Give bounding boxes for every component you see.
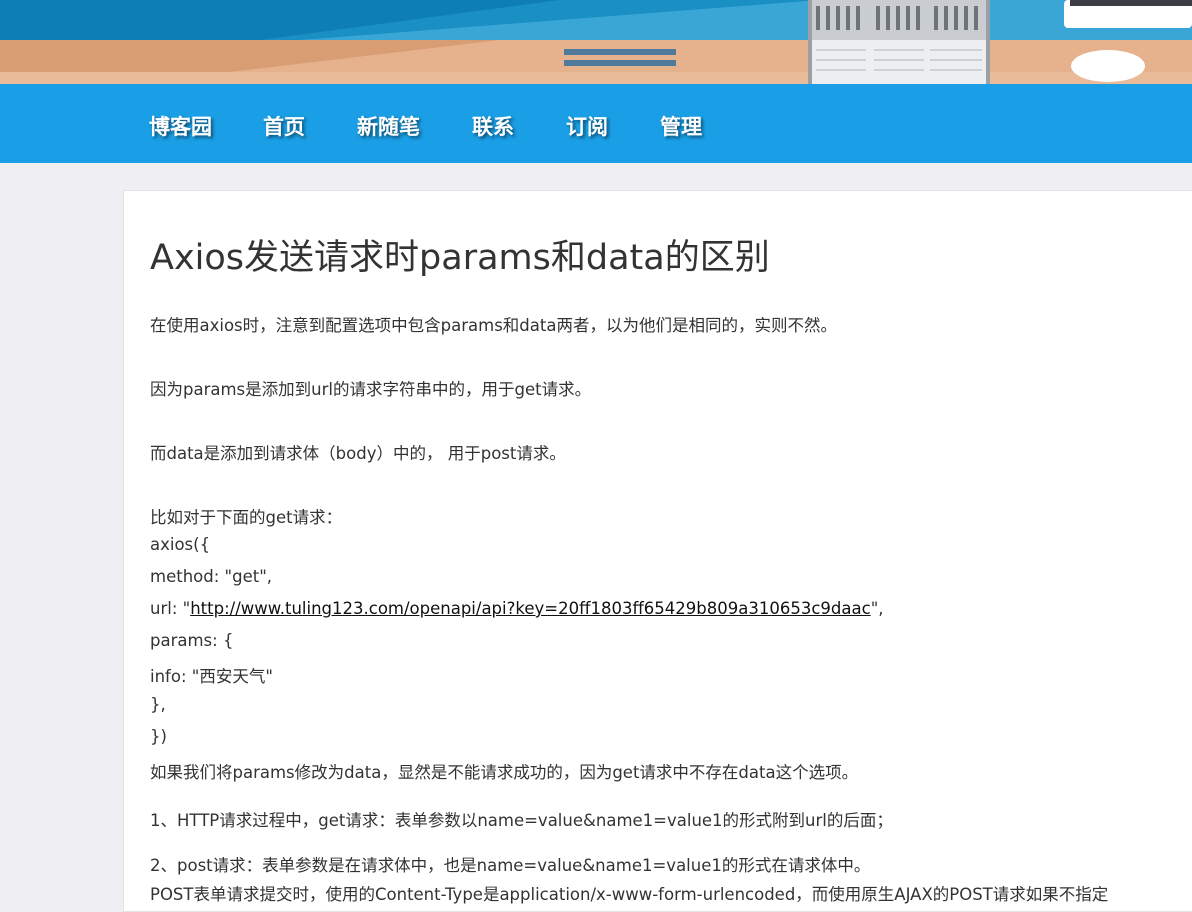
- post-point-2: 2、post请求：表单参数是在请求体中，也是name=value&name1=v…: [150, 856, 871, 875]
- post-point-1: 1、HTTP请求过程中，get请求：表单参数以name=value&name1=…: [150, 811, 893, 830]
- post-params-line: 因为params是添加到url的请求字符串中的，用于get请求。: [150, 380, 592, 399]
- banner-illustration: [0, 0, 1192, 84]
- nav-item-new-post[interactable]: 新随笔: [357, 111, 420, 141]
- post-example-intro: 比如对于下面的get请求：: [150, 508, 343, 527]
- code-line-method: method: "get",: [150, 567, 273, 586]
- code-url-prefix: url: ": [150, 599, 191, 618]
- post-conclusion: 如果我们将params修改为data，显然是不能请求成功的，因为get请求中不存…: [150, 763, 859, 782]
- nav-item-home[interactable]: 首页: [263, 111, 305, 141]
- post-card: Axios发送请求时params和data的区别 在使用axios时，注意到配置…: [123, 190, 1192, 912]
- header-banner: [0, 0, 1192, 84]
- post-data-line: 而data是添加到请求体（body）中的， 用于post请求。: [150, 444, 566, 463]
- nav-item-cnblogs[interactable]: 博客园: [149, 111, 212, 141]
- code-url-link[interactable]: http://www.tuling123.com/openapi/api?key…: [190, 599, 870, 618]
- nav-item-contact[interactable]: 联系: [472, 111, 514, 141]
- nav-item-subscribe[interactable]: 订阅: [566, 111, 608, 141]
- code-line-close-call: }): [150, 727, 167, 746]
- post-intro: 在使用axios时，注意到配置选项中包含params和data两者，以为他们是相…: [150, 316, 837, 335]
- code-line-info: info: "西安天气": [150, 667, 273, 686]
- code-line-url: url: "http://www.tuling123.com/openapi/a…: [150, 599, 884, 618]
- code-line-params: params: {: [150, 631, 234, 650]
- code-url-suffix: ",: [870, 599, 884, 618]
- code-line-close-object: },: [150, 695, 166, 714]
- post-title[interactable]: Axios发送请求时params和data的区别: [150, 229, 770, 280]
- code-line-axios: axios({: [150, 535, 211, 554]
- nav-item-manage[interactable]: 管理: [660, 111, 702, 141]
- nav-bar: 博客园 首页 新随笔 联系 订阅 管理: [0, 84, 1192, 163]
- post-point-3: POST表单请求提交时，使用的Content-Type是application/…: [150, 885, 1109, 904]
